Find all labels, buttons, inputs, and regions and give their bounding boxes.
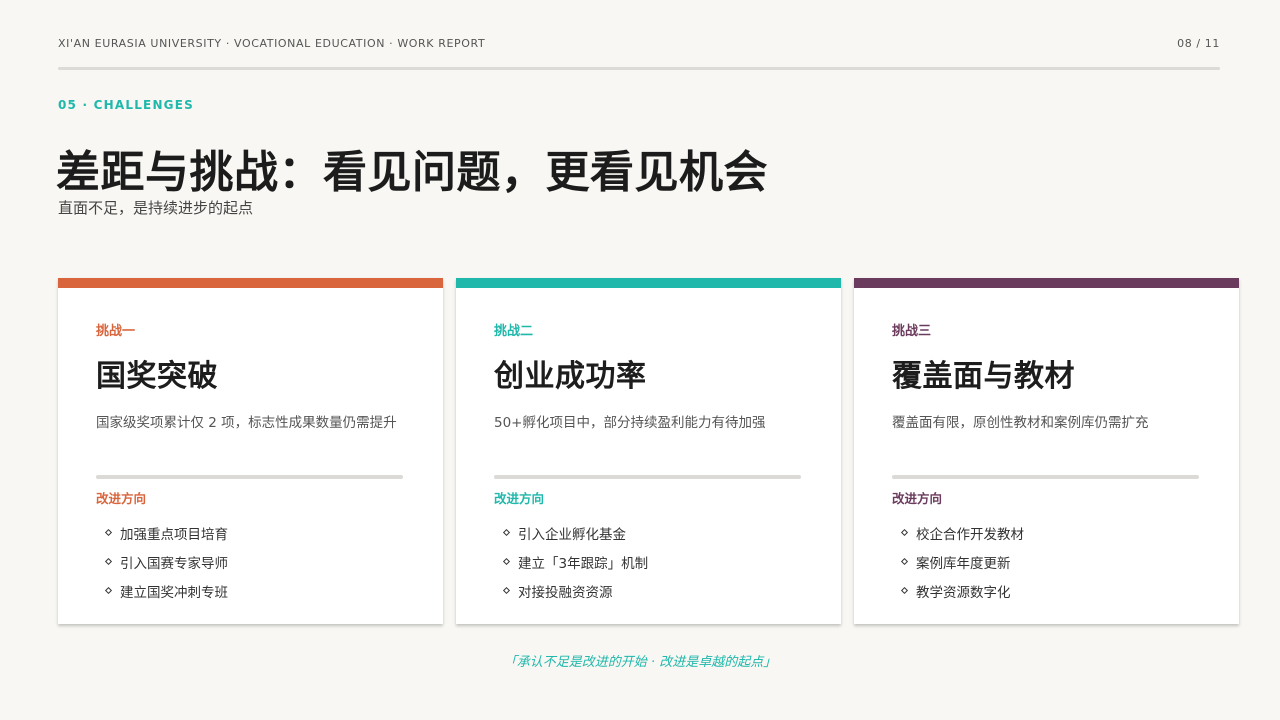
list-item-text: 案例库年度更新 [916, 555, 1011, 572]
header-institution: XI'AN EURASIA UNIVERSITY · VOCATIONAL ED… [58, 36, 486, 50]
card-accent-bar [854, 278, 1239, 288]
improvement-list: 引入企业孵化基金 建立「3年跟踪」机制 对接投融资资源 [502, 518, 649, 605]
challenge-cards: 挑战一 国奖突破 国家级奖项累计仅 2 项，标志性成果数量仍需提升 改进方向 加… [58, 278, 1239, 624]
list-item: 案例库年度更新 [900, 547, 1024, 576]
diamond-bullet-icon [900, 557, 909, 566]
diamond-bullet-icon [900, 528, 909, 537]
list-item: 对接投融资资源 [502, 576, 648, 605]
list-item-text: 校企合作开发教材 [916, 526, 1024, 543]
page-subtitle: 直面不足，是持续进步的起点 [58, 199, 254, 217]
improvement-label: 改进方向 [494, 491, 545, 506]
challenge-card-2: 挑战二 创业成功率 50+孵化项目中，部分持续盈利能力有待加强 改进方向 引入企… [456, 278, 841, 624]
challenge-card-1: 挑战一 国奖突破 国家级奖项累计仅 2 项，标志性成果数量仍需提升 改进方向 加… [58, 278, 443, 624]
list-item-text: 建立国奖冲刺专班 [120, 584, 228, 601]
card-accent-bar [456, 278, 841, 288]
diamond-bullet-icon [502, 528, 511, 537]
card-label: 挑战一 [96, 324, 136, 339]
improvement-label: 改进方向 [892, 491, 943, 506]
card-accent-bar [58, 278, 443, 288]
diamond-bullet-icon [104, 586, 113, 595]
card-divider [96, 475, 403, 479]
card-divider [494, 475, 801, 479]
list-item: 建立「3年跟踪」机制 [502, 547, 649, 576]
improvement-list: 加强重点项目培育 引入国赛专家导师 建立国奖冲刺专班 [104, 518, 228, 605]
list-item: 教学资源数字化 [900, 576, 1024, 605]
list-item-text: 引入国赛专家导师 [120, 555, 228, 572]
challenge-card-3: 挑战三 覆盖面与教材 覆盖面有限，原创性教材和案例库仍需扩充 改进方向 校企合作… [854, 278, 1239, 624]
list-item-text: 对接投融资资源 [518, 584, 613, 601]
list-item-text: 教学资源数字化 [916, 584, 1011, 601]
card-label: 挑战三 [892, 324, 932, 339]
card-description: 覆盖面有限，原创性教材和案例库仍需扩充 [892, 415, 1149, 431]
list-item: 校企合作开发教材 [900, 518, 1024, 547]
diamond-bullet-icon [900, 586, 909, 595]
section-tag: 05 · CHALLENGES [58, 98, 194, 112]
list-item-text: 加强重点项目培育 [120, 526, 228, 543]
improvement-list: 校企合作开发教材 案例库年度更新 教学资源数字化 [900, 518, 1024, 605]
card-label: 挑战二 [494, 324, 534, 339]
diamond-bullet-icon [502, 586, 511, 595]
improvement-label: 改进方向 [96, 491, 147, 506]
list-item: 加强重点项目培育 [104, 518, 228, 547]
diamond-bullet-icon [104, 557, 113, 566]
card-description: 国家级奖项累计仅 2 项，标志性成果数量仍需提升 [96, 415, 397, 431]
page-number: 08 / 11 [1177, 36, 1220, 50]
diamond-bullet-icon [502, 557, 511, 566]
header-divider [58, 67, 1220, 70]
list-item: 建立国奖冲刺专班 [104, 576, 228, 605]
card-divider [892, 475, 1199, 479]
list-item-text: 建立「3年跟踪」机制 [518, 555, 649, 572]
card-heading: 创业成功率 [494, 359, 647, 394]
list-item: 引入企业孵化基金 [502, 518, 648, 547]
card-description: 50+孵化项目中，部分持续盈利能力有待加强 [494, 415, 766, 431]
card-heading: 国奖突破 [96, 359, 218, 394]
header: XI'AN EURASIA UNIVERSITY · VOCATIONAL ED… [58, 36, 1220, 50]
list-item: 引入国赛专家导师 [104, 547, 228, 576]
list-item-text: 引入企业孵化基金 [518, 526, 626, 543]
page-title: 差距与挑战：看见问题，更看见机会 [56, 147, 768, 198]
footer-quote: 「承认不足是改进的开始 · 改进是卓越的起点」 [503, 655, 777, 670]
diamond-bullet-icon [104, 528, 113, 537]
card-heading: 覆盖面与教材 [892, 359, 1075, 394]
